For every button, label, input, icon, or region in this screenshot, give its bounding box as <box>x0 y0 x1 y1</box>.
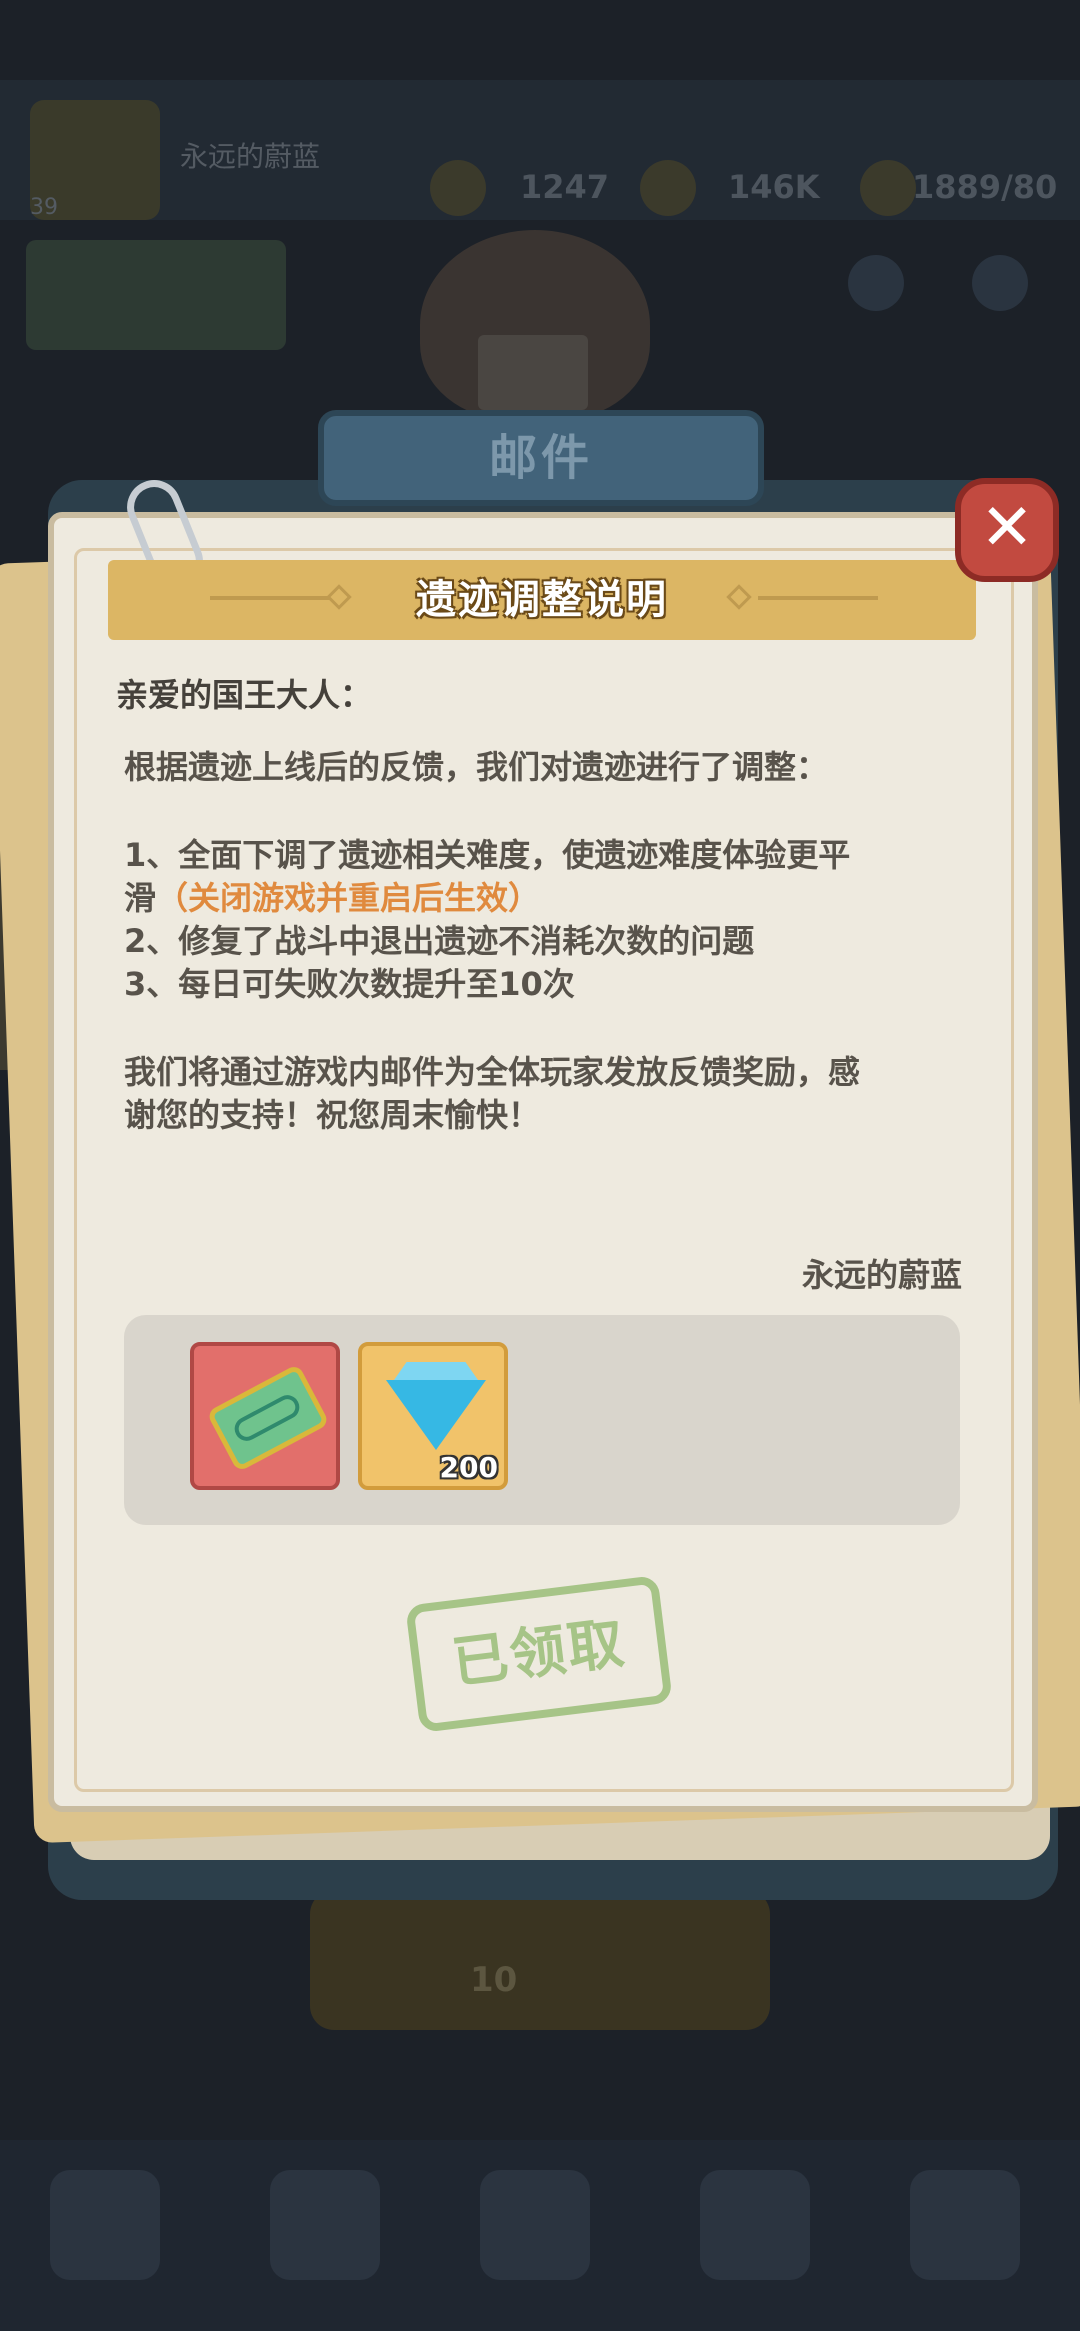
reward-item-diamond[interactable]: 200 <box>358 1342 508 1490</box>
gem-count: 1247 <box>520 168 610 206</box>
mail-title: 遗迹调整说明 <box>416 577 668 623</box>
diamond-icon-top <box>394 1362 478 1380</box>
close-icon: ✕ <box>980 491 1034 565</box>
mail-header-plaque: 邮件 <box>318 410 764 506</box>
mail-signature: 永远的蔚蓝 <box>801 1256 962 1294</box>
food-currency-icon <box>860 160 916 216</box>
gold-count: 146K <box>728 168 820 206</box>
nav-castle-icon <box>700 2170 810 2280</box>
player-level: 39 <box>30 195 58 220</box>
close-button[interactable]: ✕ <box>955 478 1059 582</box>
mail-greeting: 亲爱的国王大人： <box>116 676 373 714</box>
mail-body-text: 滑 <box>124 879 157 917</box>
side-menu-icon <box>848 255 904 311</box>
gold-currency-icon <box>640 160 696 216</box>
mail-body-line: 我们将通过游戏内邮件为全体玩家发放反馈奖励，感 <box>124 1053 861 1091</box>
mail-body-line: 根据遗迹上线后的反馈，我们对遗迹进行了调整： <box>124 748 829 786</box>
food-count: 1889/80 <box>912 168 1058 206</box>
mail-body-line: 滑（关闭游戏并重启后生效） <box>124 873 540 919</box>
mail-body-line: 3、每日可失败次数提升至10次 <box>124 965 575 1003</box>
reward-count: 200 <box>439 1451 498 1484</box>
mail-body-line: 1、全面下调了遗迹相关难度，使遗迹难度体验更平 <box>124 836 851 874</box>
envelope-icon <box>478 335 588 410</box>
claimed-label: 已领取 <box>448 1610 630 1697</box>
nav-shop-icon <box>50 2170 160 2280</box>
player-name: 永远的蔚蓝 <box>180 140 321 173</box>
side-menu-icon <box>972 255 1028 311</box>
nav-kingdom-icon <box>480 2170 590 2280</box>
reward-item-ticket[interactable] <box>190 1342 340 1490</box>
diamond-icon <box>386 1380 486 1450</box>
mail-body-line: 谢您的支持！祝您周末愉快！ <box>124 1096 541 1134</box>
mail-body-highlight: （关闭游戏并重启后生效） <box>156 879 541 917</box>
mail-header-title: 邮件 <box>488 430 593 486</box>
gem-currency-icon <box>430 160 486 216</box>
nav-hero-icon <box>270 2170 380 2280</box>
bottom-panel <box>310 1890 770 2030</box>
mail-body-line: 2、修复了战斗中退出遗迹不消耗次数的问题 <box>124 922 755 960</box>
event-banner <box>26 240 286 350</box>
nav-world-icon <box>910 2170 1020 2280</box>
bottom-panel-count: 10 <box>470 1960 518 2000</box>
